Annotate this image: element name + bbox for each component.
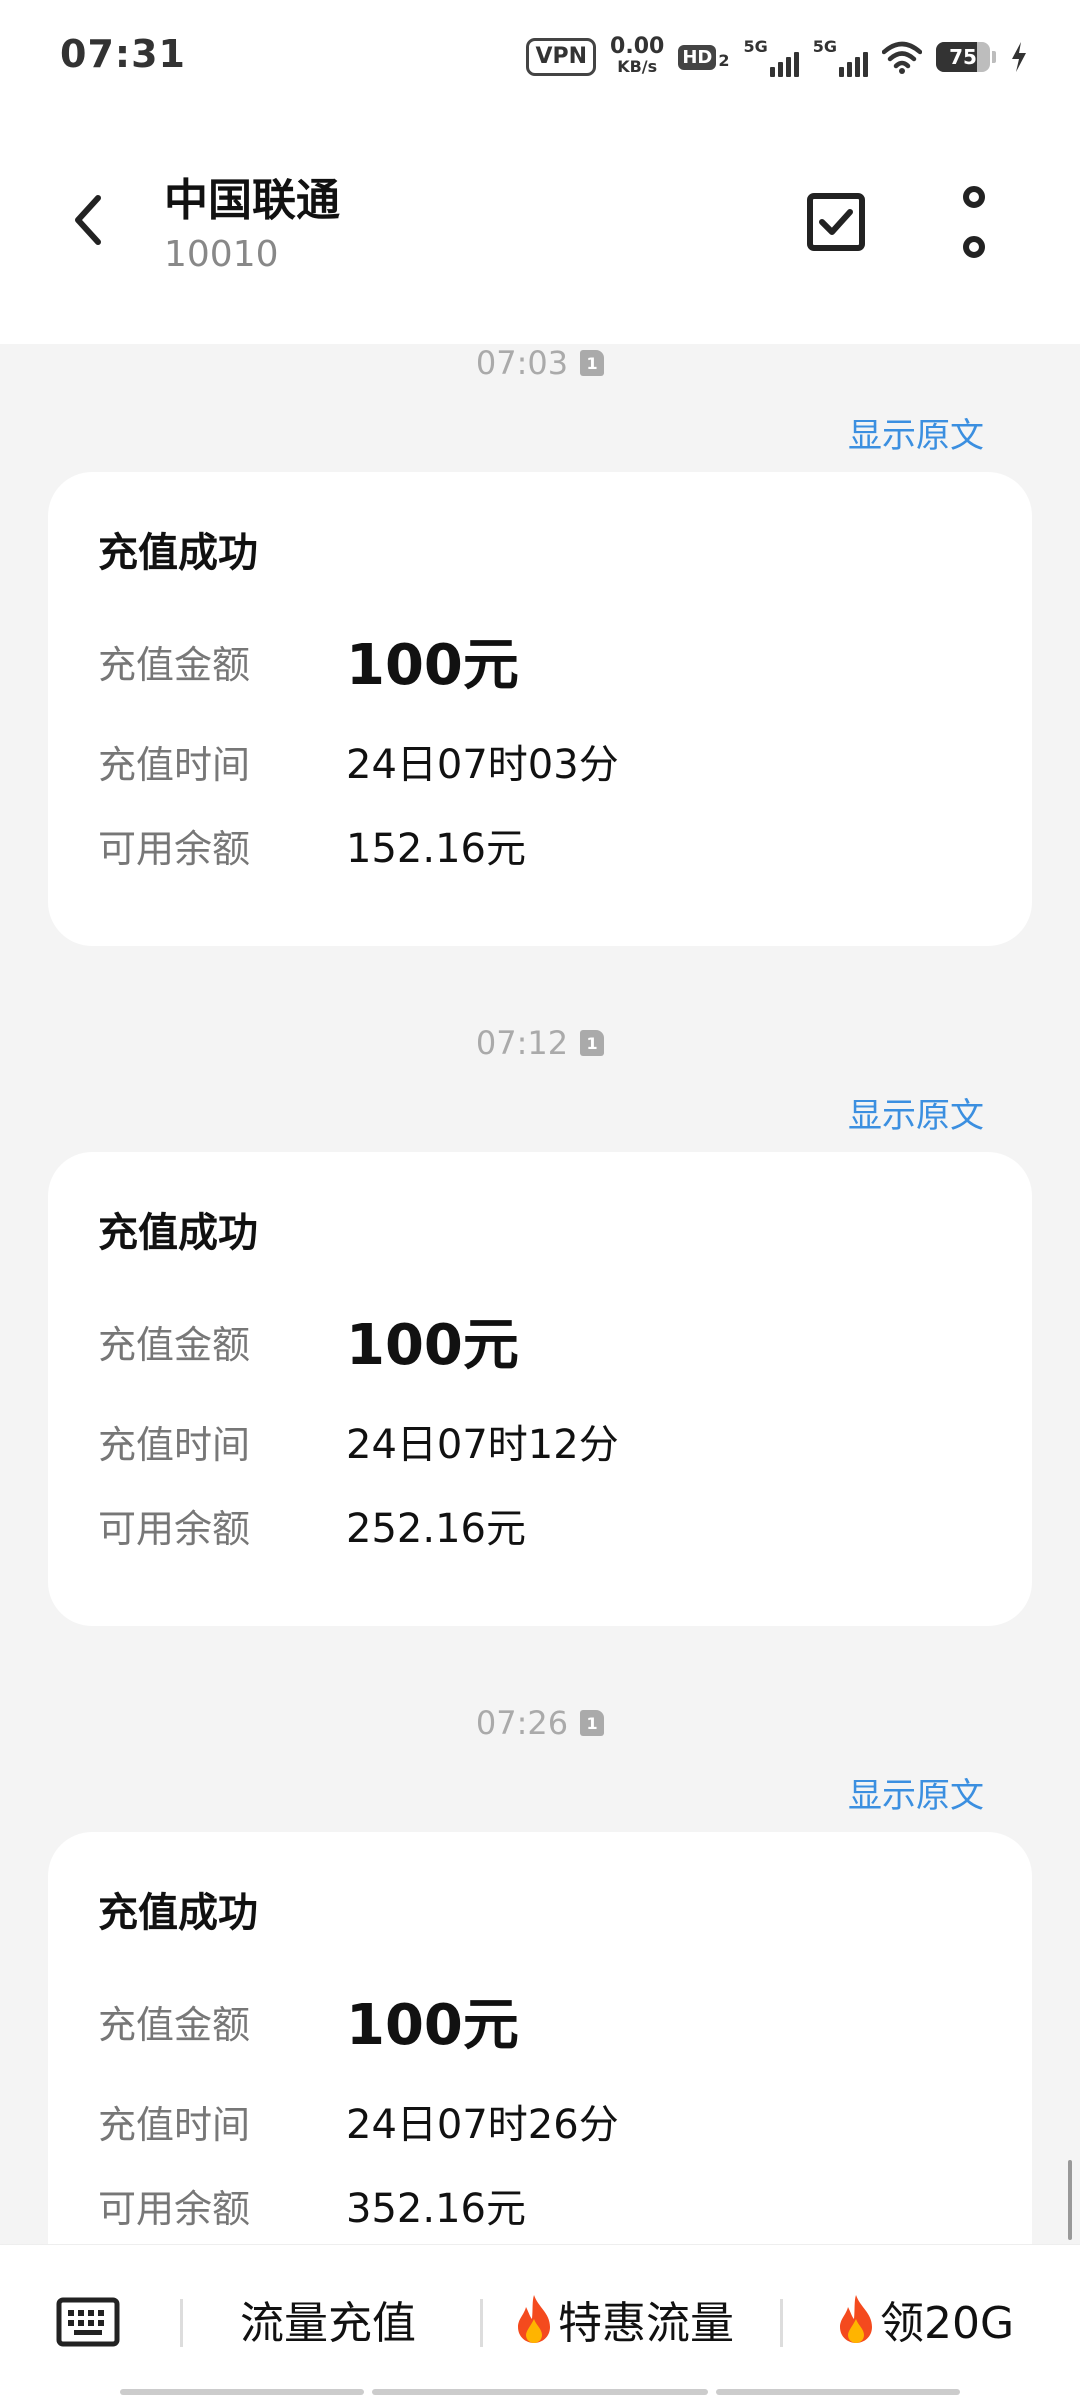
more-dot-icon bbox=[963, 186, 985, 208]
menu-indicator bbox=[120, 2389, 364, 2395]
show-original-link[interactable]: 显示原文 bbox=[848, 408, 984, 457]
show-original-link[interactable]: 显示原文 bbox=[848, 1768, 984, 1817]
menu-indicator bbox=[372, 2389, 708, 2395]
time-label: 充值时间 bbox=[98, 743, 251, 787]
hd-voice-icon: HD 2 bbox=[678, 44, 730, 70]
sim1-network-label: 5G bbox=[743, 37, 768, 56]
message-timestamp: 07:12 1 bbox=[0, 1024, 1080, 1062]
time-value: 24日07时12分 bbox=[346, 1422, 619, 1468]
divider bbox=[480, 2299, 483, 2347]
message-timestamp: 07:26 1 bbox=[0, 1704, 1080, 1742]
scrollbar[interactable] bbox=[1068, 2160, 1072, 2240]
message-time: 07:12 bbox=[475, 1024, 569, 1062]
fire-icon bbox=[840, 2295, 872, 2343]
hd-sub-label: 2 bbox=[718, 50, 730, 70]
balance-value: 252.16元 bbox=[346, 1506, 526, 1552]
divider bbox=[780, 2299, 783, 2347]
status-icons: VPN 0.00 KB/s HD 2 5G 5G 75 bbox=[526, 30, 1028, 84]
message-timestamp: 07:03 1 bbox=[0, 344, 1080, 382]
quick-reply-data-recharge[interactable]: 流量充值 bbox=[240, 2287, 416, 2351]
card-title: 充值成功 bbox=[98, 530, 258, 576]
amount-label: 充值金额 bbox=[98, 643, 251, 687]
quick-reply-bar: 流量充值 特惠流量 领20G bbox=[0, 2244, 1080, 2400]
message-thread[interactable]: 07:03 1 显示原文 充值成功 充值金额 100元 充值时间 24日07时0… bbox=[0, 344, 1080, 2244]
message-time: 07:03 bbox=[475, 344, 569, 382]
checkbox-icon bbox=[807, 193, 865, 251]
fire-icon bbox=[518, 2295, 550, 2343]
sim-card-icon: 1 bbox=[580, 1710, 605, 1736]
balance-label: 可用余额 bbox=[98, 1507, 251, 1551]
quick-reply-special-data[interactable]: 特惠流量 bbox=[514, 2287, 734, 2351]
menu-indicator bbox=[716, 2389, 960, 2395]
time-label: 充值时间 bbox=[98, 2103, 251, 2147]
battery-cap bbox=[992, 51, 996, 63]
divider bbox=[180, 2299, 183, 2347]
select-messages-button[interactable] bbox=[804, 190, 868, 254]
balance-value: 152.16元 bbox=[346, 826, 526, 872]
vpn-icon: VPN bbox=[526, 38, 597, 76]
time-value: 24日07时26分 bbox=[346, 2102, 619, 2148]
amount-value: 100元 bbox=[346, 633, 519, 698]
contact-name: 中国联通 bbox=[164, 175, 340, 226]
time-label: 充值时间 bbox=[98, 1423, 251, 1467]
show-original-link[interactable]: 显示原文 bbox=[848, 1088, 984, 1137]
amount-value: 100元 bbox=[346, 1993, 519, 2058]
amount-value: 100元 bbox=[346, 1313, 519, 1378]
contact-number: 10010 bbox=[164, 234, 279, 275]
balance-label: 可用余额 bbox=[98, 827, 251, 871]
message-card[interactable]: 充值成功 充值金额 100元 充值时间 24日07时26分 可用余额 352.1… bbox=[48, 1832, 1032, 2244]
more-dot-icon bbox=[963, 236, 985, 258]
conversation-header: 中国联通 10010 bbox=[0, 112, 1080, 344]
amount-label: 充值金额 bbox=[98, 2003, 251, 2047]
quick-reply-label: 特惠流量 bbox=[558, 2298, 734, 2349]
quick-reply-label: 流量充值 bbox=[240, 2298, 416, 2349]
signal-sim2-icon: 5G bbox=[813, 37, 868, 77]
status-time: 07:31 bbox=[60, 32, 186, 76]
keyboard-icon bbox=[56, 2297, 120, 2347]
sim-card-icon: 1 bbox=[580, 350, 605, 376]
battery-icon: 75 bbox=[936, 42, 990, 72]
card-title: 充值成功 bbox=[98, 1890, 258, 1936]
battery-level: 75 bbox=[949, 45, 977, 69]
back-arrow-icon bbox=[75, 195, 101, 245]
message-card[interactable]: 充值成功 充值金额 100元 充值时间 24日07时03分 可用余额 152.1… bbox=[48, 472, 1032, 946]
keyboard-button[interactable] bbox=[56, 2297, 120, 2347]
quick-reply-claim-20g[interactable]: 领20G bbox=[836, 2287, 1014, 2351]
more-options-button[interactable] bbox=[944, 186, 1004, 258]
wifi-icon bbox=[882, 41, 922, 74]
hd-label: HD bbox=[678, 44, 717, 70]
message-time: 07:26 bbox=[475, 1704, 569, 1742]
speed-unit: KB/s bbox=[617, 57, 658, 76]
balance-label: 可用余额 bbox=[98, 2187, 251, 2231]
amount-label: 充值金额 bbox=[98, 1323, 251, 1367]
balance-value: 352.16元 bbox=[346, 2186, 526, 2232]
back-button[interactable] bbox=[56, 188, 120, 252]
message-card[interactable]: 充值成功 充值金额 100元 充值时间 24日07时12分 可用余额 252.1… bbox=[48, 1152, 1032, 1626]
sim2-network-label: 5G bbox=[812, 37, 837, 56]
signal-sim1-icon: 5G bbox=[743, 37, 799, 77]
time-value: 24日07时03分 bbox=[346, 742, 619, 788]
status-bar: 07:31 VPN 0.00 KB/s HD 2 5G 5G 75 bbox=[0, 0, 1080, 112]
sim-card-icon: 1 bbox=[580, 1030, 605, 1056]
card-title: 充值成功 bbox=[98, 1210, 258, 1256]
charging-icon bbox=[1012, 42, 1026, 72]
network-speed: 0.00 KB/s bbox=[610, 34, 665, 77]
speed-value: 0.00 bbox=[610, 34, 665, 59]
quick-reply-label: 领20G bbox=[880, 2298, 1015, 2349]
